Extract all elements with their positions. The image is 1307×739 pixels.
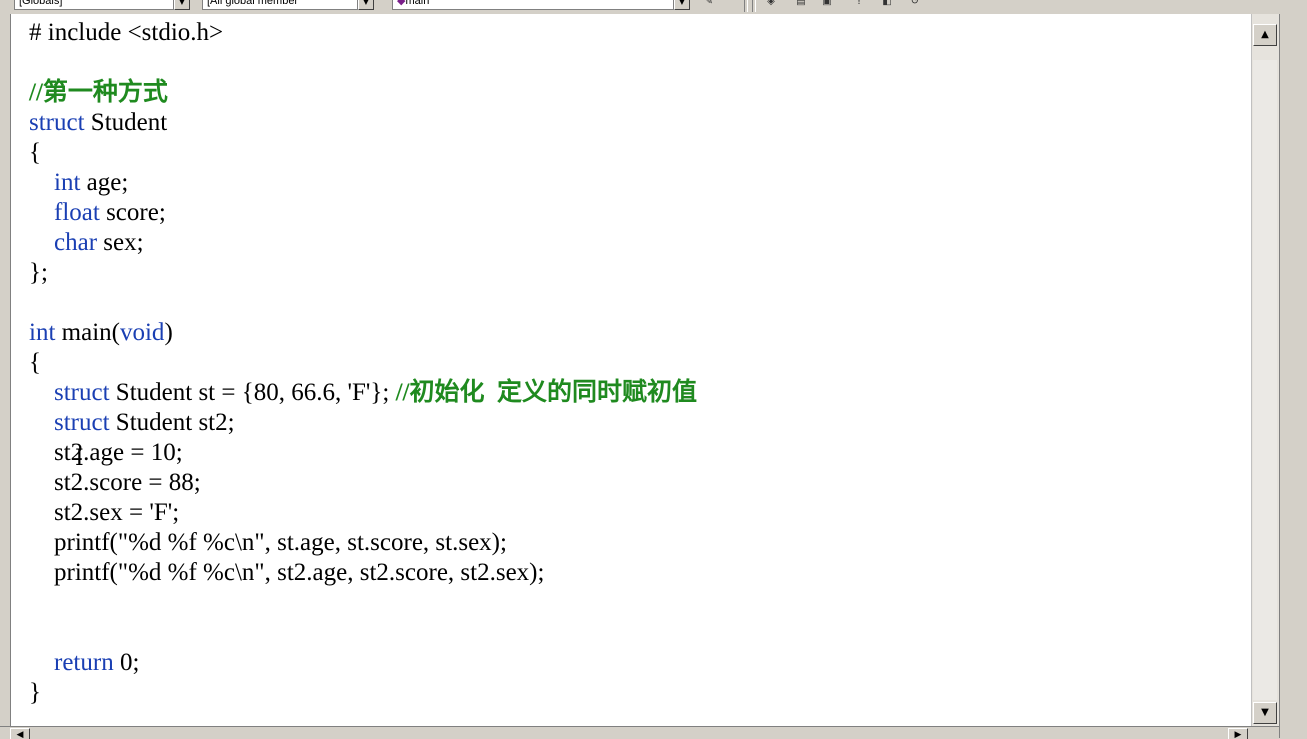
code-line[interactable]: st2.age = 10; — [29, 438, 697, 468]
code-token: Student st = {80, 66.6, 'F'}; — [109, 379, 396, 406]
insert-breakpoint-icon[interactable]: ◧ — [880, 0, 894, 8]
code-keyword: struct — [29, 109, 85, 136]
code-line[interactable]: st2.sex = 'F'; — [29, 498, 697, 528]
code-token: st2.sex = 'F'; — [29, 499, 180, 526]
code-token: Student — [84, 109, 168, 136]
code-token: Student st2; — [109, 409, 235, 436]
stop-icon[interactable]: ▣ — [820, 0, 834, 8]
code-keyword: void — [119, 319, 165, 346]
code-line[interactable]: printf("%d %f %c\n", st.age, st.score, s… — [29, 528, 697, 558]
code-line[interactable]: { — [29, 348, 697, 378]
code-line[interactable]: } — [29, 678, 697, 708]
code-token: ) — [164, 319, 173, 346]
code-token: st2.score = 88; — [29, 469, 201, 496]
code-keyword: float — [54, 199, 100, 226]
code-line[interactable] — [29, 618, 697, 648]
code-token: 0; — [113, 649, 140, 676]
code-line[interactable]: struct Student st2; — [29, 408, 697, 438]
code-token: { — [29, 139, 41, 166]
code-line[interactable] — [29, 588, 697, 618]
window-right-frame — [1279, 14, 1307, 738]
code-line[interactable]: struct Student — [29, 108, 697, 138]
code-token: # include <stdio.h> — [29, 19, 224, 46]
scope-combo[interactable]: [Globals] — [14, 0, 174, 10]
code-keyword: struct — [54, 379, 110, 406]
undo-icon[interactable]: ↺ — [908, 0, 922, 8]
vertical-scrollbar[interactable]: ▲ ▼ — [1251, 14, 1279, 726]
toolbar-separator — [752, 0, 756, 12]
members-combo-dropdown-button[interactable]: ▼ — [358, 0, 374, 10]
function-combo-value: main — [405, 0, 430, 7]
code-line[interactable]: { — [29, 138, 697, 168]
text-cursor-icon: I — [75, 446, 84, 471]
code-keyword: struct — [54, 409, 110, 436]
code-line[interactable]: st2.score = 88; — [29, 468, 697, 498]
code-line[interactable]: float score; — [29, 198, 697, 228]
code-line[interactable] — [29, 288, 697, 318]
compile-icon[interactable]: ▤ — [794, 0, 808, 8]
code-token: } — [29, 679, 41, 706]
toolbar: [Globals] ▼ [All global member ▼ ◆main ▼… — [0, 0, 1307, 14]
scroll-left-button[interactable]: ◀ — [10, 728, 30, 739]
horizontal-scrollbar[interactable]: ◀ ▶ — [0, 726, 1279, 739]
scroll-down-button[interactable]: ▼ — [1253, 702, 1277, 724]
scroll-up-button[interactable]: ▲ — [1253, 24, 1277, 46]
code-token: score; — [99, 199, 166, 226]
function-combo-dropdown-button[interactable]: ▼ — [674, 0, 690, 10]
code-keyword: int — [54, 169, 81, 196]
code-token: { — [29, 349, 41, 376]
scroll-right-button[interactable]: ▶ — [1228, 728, 1248, 739]
code-token: }; — [29, 259, 48, 286]
members-combo[interactable]: [All global member — [202, 0, 358, 10]
code-line[interactable]: return 0; — [29, 648, 697, 678]
code-token: st2.age = 10; — [29, 439, 183, 466]
code-line[interactable]: //第一种方式 — [29, 78, 697, 108]
code-text[interactable]: # include <stdio.h>//第一种方式 struct Student… — [29, 18, 697, 708]
code-keyword: char — [54, 229, 98, 256]
code-token: main( — [55, 319, 120, 346]
code-comment: //第一种方式 — [29, 79, 168, 106]
code-token: sex; — [97, 229, 144, 256]
wizard-icon[interactable]: ✎ — [702, 0, 716, 8]
code-comment: //初始化 定义的同时赋初值 — [395, 379, 697, 406]
code-line[interactable]: struct Student st = {80, 66.6, 'F'}; //初… — [29, 378, 697, 408]
code-line[interactable]: char sex; — [29, 228, 697, 258]
editor-left-gutter — [0, 14, 11, 728]
toolbar-separator — [744, 0, 748, 12]
build-icon[interactable]: ◈ — [764, 0, 778, 8]
code-line[interactable] — [29, 48, 697, 78]
code-token: age; — [80, 169, 129, 196]
scope-combo-dropdown-button[interactable]: ▼ — [174, 0, 190, 10]
code-token: printf("%d %f %c\n", st.age, st.score, s… — [29, 529, 507, 556]
code-line[interactable]: # include <stdio.h> — [29, 18, 697, 48]
scrollbar-track[interactable] — [1253, 60, 1277, 700]
code-token: printf("%d %f %c\n", st2.age, st2.score,… — [29, 559, 545, 586]
code-line[interactable]: int main(void) — [29, 318, 697, 348]
function-combo[interactable]: ◆main — [392, 0, 674, 10]
code-line[interactable]: int age; — [29, 168, 697, 198]
code-editor[interactable]: # include <stdio.h>//第一种方式 struct Student… — [11, 14, 1251, 726]
code-keyword: return — [54, 649, 114, 676]
code-keyword: int — [29, 319, 56, 346]
code-line[interactable]: }; — [29, 258, 697, 288]
code-line[interactable]: printf("%d %f %c\n", st2.age, st2.score,… — [29, 558, 697, 588]
go-icon[interactable]: ! — [852, 0, 866, 8]
